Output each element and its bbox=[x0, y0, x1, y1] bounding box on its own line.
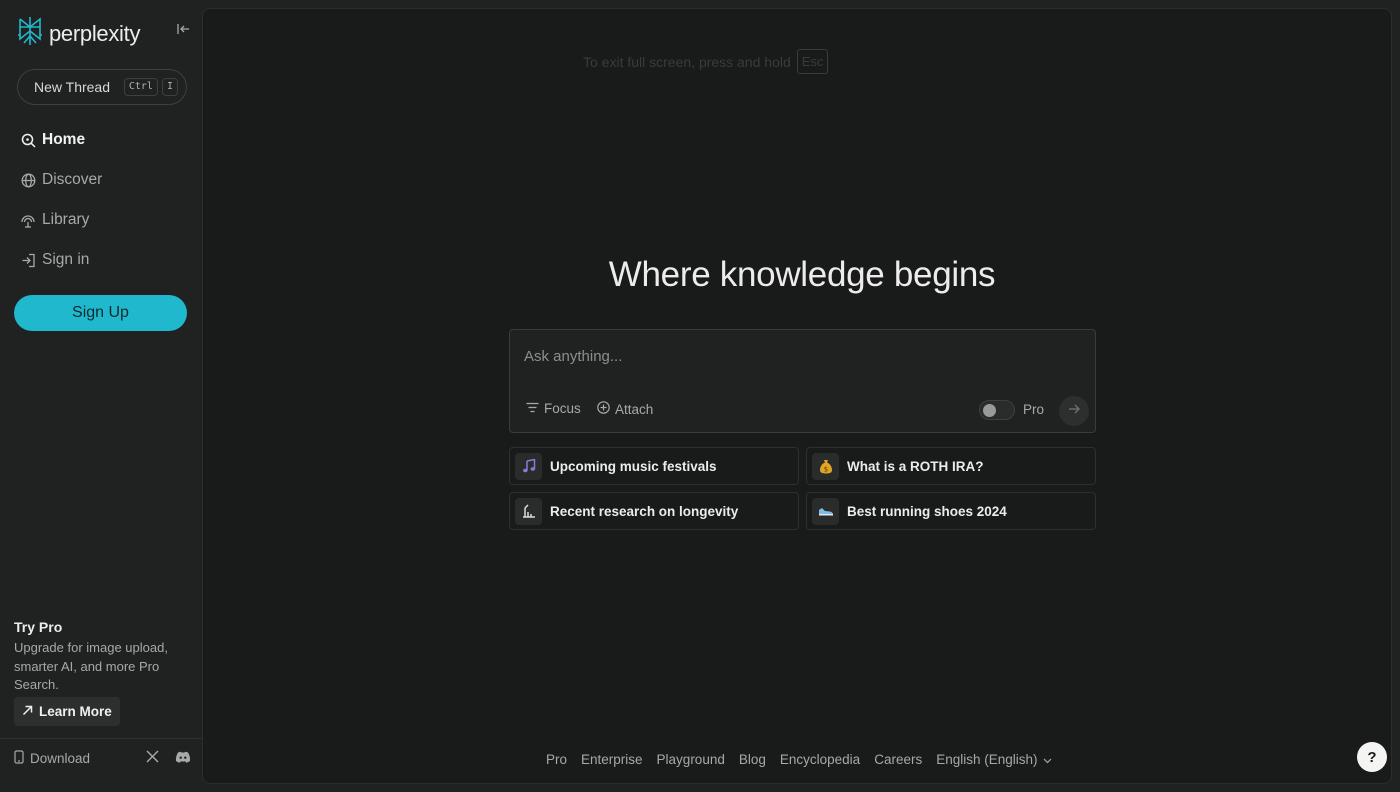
library-icon bbox=[20, 212, 36, 228]
chevron-down-icon bbox=[1043, 752, 1052, 767]
try-pro-title: Try Pro bbox=[14, 619, 63, 635]
brand-name: perplexity bbox=[49, 20, 141, 46]
collapse-sidebar-button[interactable] bbox=[174, 22, 192, 40]
plus-circle-icon bbox=[597, 401, 610, 417]
ask-box: Focus Attach Pro bbox=[509, 329, 1096, 433]
learn-more-label: Learn More bbox=[39, 704, 112, 719]
focus-label: Focus bbox=[544, 401, 581, 416]
try-pro-description: Upgrade for image upload, smarter AI, an… bbox=[14, 640, 168, 692]
music-note-icon bbox=[515, 452, 542, 480]
sidebar-item-label: Discover bbox=[42, 171, 103, 188]
svg-text:$: $ bbox=[823, 465, 827, 473]
attach-button[interactable]: Attach bbox=[597, 401, 653, 417]
submit-button[interactable] bbox=[1059, 396, 1089, 426]
discord-link[interactable] bbox=[174, 750, 192, 768]
sign-up-button[interactable]: Sign Up bbox=[14, 295, 187, 331]
search-icon bbox=[20, 132, 36, 148]
download-button[interactable]: Download bbox=[14, 750, 90, 767]
footer-links: Pro Enterprise Playground Blog Encyclope… bbox=[546, 752, 1052, 767]
filter-icon bbox=[526, 401, 539, 416]
sidebar-item-label: Library bbox=[42, 211, 90, 228]
sidebar-nav: Home Discover Library Sign in bbox=[20, 120, 102, 280]
fullscreen-notice: To exit full screen, press and hold Esc bbox=[583, 49, 829, 74]
main-panel: To exit full screen, press and hold Esc … bbox=[202, 8, 1392, 784]
sidebar-item-home[interactable]: Home bbox=[20, 120, 102, 160]
footer-link-playground[interactable]: Playground bbox=[657, 752, 725, 767]
help-button[interactable]: ? bbox=[1357, 742, 1387, 772]
pro-toggle[interactable] bbox=[979, 400, 1015, 420]
x-twitter-icon bbox=[146, 750, 159, 768]
footer-link-careers[interactable]: Careers bbox=[874, 752, 922, 767]
chart-icon bbox=[515, 497, 542, 525]
kbd-ctrl: Ctrl bbox=[123, 78, 158, 96]
try-pro-panel: Try Pro Upgrade for image upload, smarte… bbox=[14, 619, 194, 695]
footer-link-enterprise[interactable]: Enterprise bbox=[581, 752, 643, 767]
pro-label: Pro bbox=[1023, 402, 1045, 417]
x-twitter-link[interactable] bbox=[143, 750, 161, 768]
sidebar: perplexity New Thread Ctrl I Home Discov… bbox=[0, 0, 202, 792]
learn-more-button[interactable]: Learn More bbox=[14, 697, 120, 726]
footer-link-pro[interactable]: Pro bbox=[546, 752, 567, 767]
attach-label: Attach bbox=[615, 401, 654, 417]
logo[interactable]: perplexity bbox=[17, 16, 140, 51]
suggestion-card[interactable]: Best running shoes 2024 bbox=[806, 492, 1096, 530]
language-label: English (English) bbox=[936, 752, 1038, 767]
new-thread-button[interactable]: New Thread Ctrl I bbox=[17, 69, 187, 105]
sidebar-item-discover[interactable]: Discover bbox=[20, 160, 102, 200]
suggestion-card[interactable]: Upcoming music festivals bbox=[509, 447, 799, 485]
sidebar-item-label: Sign in bbox=[42, 251, 90, 268]
suggestion-label: Recent research on longevity bbox=[550, 503, 739, 519]
new-thread-shortcut: Ctrl I bbox=[123, 78, 178, 96]
suggestion-card[interactable]: $ What is a ROTH IRA? bbox=[806, 447, 1096, 485]
arrow-up-right-icon bbox=[22, 704, 33, 719]
footer-link-blog[interactable]: Blog bbox=[739, 752, 766, 767]
footer-link-encyclopedia[interactable]: Encyclopedia bbox=[780, 752, 860, 767]
focus-button[interactable]: Focus bbox=[526, 401, 581, 416]
discord-icon bbox=[175, 750, 191, 768]
fullscreen-esc-key: Esc bbox=[796, 49, 829, 74]
new-thread-label: New Thread bbox=[34, 79, 111, 95]
pro-toggle-knob bbox=[983, 404, 996, 417]
suggestion-label: Upcoming music festivals bbox=[550, 458, 717, 474]
globe-icon bbox=[20, 172, 36, 188]
sidebar-item-library[interactable]: Library bbox=[20, 200, 102, 240]
suggestion-label: Best running shoes 2024 bbox=[847, 503, 1007, 519]
sidebar-divider bbox=[0, 738, 202, 739]
download-label: Download bbox=[30, 751, 91, 766]
phone-icon bbox=[14, 750, 24, 767]
suggestion-label: What is a ROTH IRA? bbox=[847, 458, 984, 474]
kbd-i: I bbox=[161, 78, 178, 96]
sidebar-item-sign-in[interactable]: Sign in bbox=[20, 240, 102, 280]
money-bag-icon: $ bbox=[812, 452, 839, 480]
running-shoe-icon bbox=[812, 497, 839, 525]
ask-input[interactable] bbox=[524, 344, 1064, 368]
collapse-sidebar-icon bbox=[176, 22, 190, 41]
arrow-right-icon bbox=[1068, 402, 1080, 420]
sign-in-icon bbox=[20, 252, 36, 268]
suggestion-card[interactable]: Recent research on longevity bbox=[509, 492, 799, 530]
fullscreen-notice-text: To exit full screen, press and hold bbox=[583, 53, 791, 70]
perplexity-logo-icon bbox=[17, 16, 43, 51]
sidebar-item-label: Home bbox=[42, 131, 86, 148]
language-select[interactable]: English (English) bbox=[936, 752, 1051, 767]
page-title: Where knowledge begins bbox=[608, 255, 996, 294]
